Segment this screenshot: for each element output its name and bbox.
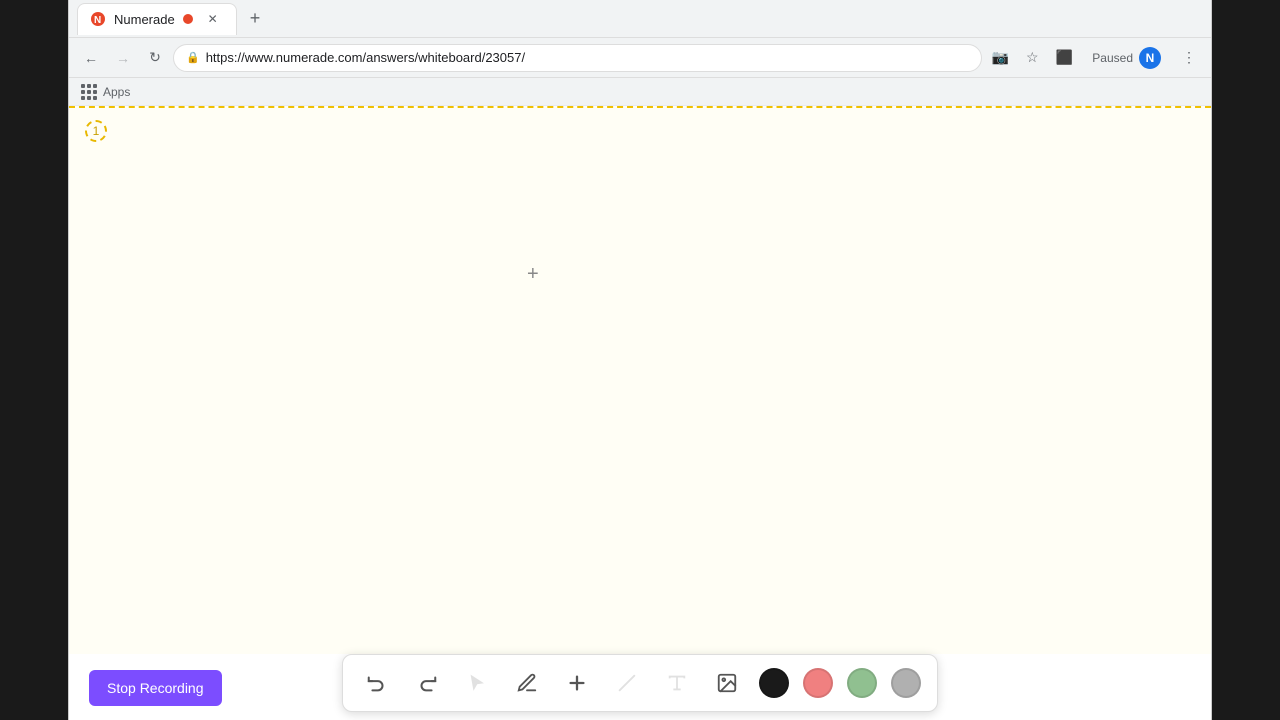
paused-label: Paused [1092,51,1133,65]
whiteboard-canvas[interactable]: 1 + [69,106,1211,654]
address-bar[interactable]: 🔒 https://www.numerade.com/answers/white… [173,44,982,72]
select-tool-button[interactable] [459,665,495,701]
cursor-crosshair: + [527,263,539,286]
bookmark-icon[interactable]: ☆ [1018,44,1046,72]
drawing-toolbar [342,654,938,712]
tab-title: Numerade [114,12,175,27]
forward-button[interactable]: → [109,44,137,72]
text-tool-button[interactable] [659,665,695,701]
tab-recording-dot [183,14,193,24]
add-element-button[interactable] [559,665,595,701]
tab-favicon: N [90,11,106,27]
undo-button[interactable] [359,665,395,701]
svg-text:N: N [94,15,101,26]
color-black[interactable] [759,668,789,698]
page-number: 1 [85,120,107,144]
apps-label: Apps [103,85,130,99]
reload-button[interactable]: ↻ [141,44,169,72]
menu-button[interactable]: ⋮ [1175,44,1203,72]
back-button[interactable]: ← [77,44,105,72]
color-gray[interactable] [891,668,921,698]
extensions-icon[interactable]: ⬛ [1050,44,1078,72]
redo-button[interactable] [409,665,445,701]
address-text: https://www.numerade.com/answers/whitebo… [206,50,525,65]
stop-recording-button[interactable]: Stop Recording [89,670,222,706]
eraser-tool-button[interactable] [609,665,645,701]
new-tab-button[interactable]: + [241,5,269,33]
pen-tool-button[interactable] [509,665,545,701]
apps-button[interactable]: Apps [81,84,130,100]
color-green[interactable] [847,668,877,698]
image-tool-button[interactable] [709,665,745,701]
camera-icon[interactable]: 📷 [986,44,1014,72]
tab-close-button[interactable]: ✕ [205,11,221,27]
paused-badge[interactable]: Paused N [1082,43,1171,73]
browser-tab[interactable]: N Numerade ✕ [77,3,237,35]
apps-grid-icon [81,84,97,100]
toolbar-container: Stop Recording [69,654,1211,720]
lock-icon: 🔒 [186,51,200,64]
profile-avatar: N [1139,47,1161,69]
color-pink[interactable] [803,668,833,698]
